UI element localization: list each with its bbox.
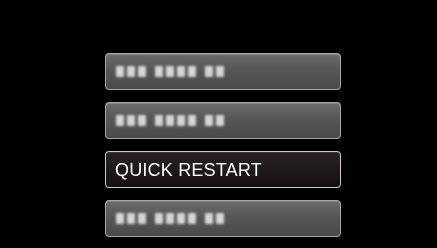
obscured-label xyxy=(116,115,224,126)
menu-item-2[interactable] xyxy=(105,102,341,139)
menu-item-quick-restart[interactable]: QUICK RESTART xyxy=(105,151,341,188)
menu-item-1[interactable] xyxy=(105,53,341,90)
menu-item-4[interactable] xyxy=(105,200,341,237)
settings-menu-list: QUICK RESTART xyxy=(105,53,343,237)
obscured-label xyxy=(116,66,224,77)
camera-menu-screen: QUICK RESTART xyxy=(0,0,437,248)
menu-item-label: QUICK RESTART xyxy=(115,160,262,180)
obscured-label xyxy=(116,213,224,224)
